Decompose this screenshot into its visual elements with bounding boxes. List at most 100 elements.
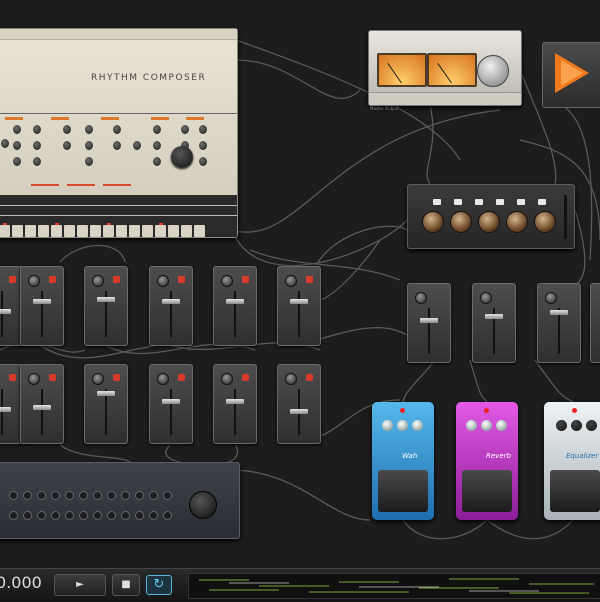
seq-step-button[interactable] [149, 491, 158, 500]
equalizer-pedal[interactable]: Equalizer [544, 402, 600, 520]
pedal-knob[interactable] [571, 420, 582, 431]
drum-knob[interactable] [199, 157, 207, 166]
fader-handle[interactable] [420, 318, 438, 323]
drum-knob[interactable] [133, 141, 141, 150]
pedal-knob[interactable] [481, 420, 492, 431]
drum-knob[interactable] [13, 125, 21, 134]
sequencer-play-module[interactable] [542, 42, 600, 108]
step-button[interactable] [168, 225, 179, 237]
seq-step-button[interactable] [121, 491, 130, 500]
drum-knob[interactable] [85, 157, 93, 166]
seq-step-button[interactable] [163, 491, 172, 500]
seq-step-button[interactable] [107, 491, 116, 500]
drum-machine-module[interactable]: RHYTHM COMPOSER [0, 28, 238, 238]
fader-handle[interactable] [33, 405, 51, 410]
gain-knob[interactable] [285, 275, 297, 287]
pedal-knob[interactable] [496, 420, 507, 431]
drum-knob[interactable] [33, 141, 41, 150]
rack-toggle-button[interactable] [517, 199, 525, 205]
rack-knob[interactable] [422, 211, 444, 233]
seq-step-button[interactable] [93, 511, 102, 520]
seq-step-button[interactable] [135, 511, 144, 520]
mute-button[interactable] [113, 374, 120, 381]
drum-knob[interactable] [153, 141, 161, 150]
gain-knob[interactable] [285, 373, 297, 385]
seq-step-button[interactable] [93, 491, 102, 500]
seq-step-button[interactable] [51, 511, 60, 520]
channel-strip[interactable] [277, 364, 321, 444]
drum-knob[interactable] [153, 157, 161, 166]
rack-slider[interactable] [564, 195, 567, 239]
mute-button[interactable] [113, 276, 120, 283]
seq-step-button[interactable] [107, 511, 116, 520]
sequencer-knob[interactable] [189, 491, 217, 519]
mute-button[interactable] [49, 276, 56, 283]
gain-knob[interactable] [28, 373, 40, 385]
seq-step-button[interactable] [23, 491, 32, 500]
seq-step-button[interactable] [65, 511, 74, 520]
fader-handle[interactable] [290, 409, 308, 414]
seq-step-button[interactable] [9, 511, 18, 520]
seq-step-button[interactable] [149, 511, 158, 520]
gain-knob[interactable] [92, 373, 104, 385]
drum-knob[interactable] [63, 125, 71, 134]
timeline-overview[interactable] [188, 573, 600, 599]
seq-step-button[interactable] [65, 491, 74, 500]
seq-step-button[interactable] [121, 511, 130, 520]
seq-step-button[interactable] [37, 511, 46, 520]
step-button[interactable] [25, 225, 36, 237]
mute-button[interactable] [9, 276, 16, 283]
rack-toggle-button[interactable] [475, 199, 483, 205]
mute-button[interactable] [242, 276, 249, 283]
rack-knob[interactable] [506, 211, 528, 233]
gain-knob[interactable] [28, 275, 40, 287]
channel-strip[interactable] [20, 364, 64, 444]
drum-knob[interactable] [33, 125, 41, 134]
mute-button[interactable] [178, 276, 185, 283]
step-button[interactable] [38, 225, 49, 237]
fader-handle[interactable] [226, 399, 244, 404]
wah-pedal[interactable]: Wah [372, 402, 434, 520]
drum-knob[interactable] [33, 157, 41, 166]
drum-knob[interactable] [153, 125, 161, 134]
stomp-switch[interactable] [378, 470, 428, 512]
gain-knob[interactable] [480, 292, 492, 304]
step-button[interactable] [0, 225, 10, 237]
output-volume-knob[interactable] [477, 55, 509, 87]
drum-knob[interactable] [113, 125, 121, 134]
pedal-knob[interactable] [586, 420, 597, 431]
fader-handle[interactable] [550, 310, 568, 315]
seq-step-button[interactable] [79, 491, 88, 500]
gain-knob[interactable] [545, 292, 557, 304]
mute-button[interactable] [242, 374, 249, 381]
step-button[interactable] [116, 225, 127, 237]
gain-knob[interactable] [157, 275, 169, 287]
loop-button[interactable]: ↻ [146, 575, 172, 595]
step-button[interactable] [181, 225, 192, 237]
fader-handle[interactable] [0, 309, 11, 314]
pedal-knob[interactable] [397, 420, 408, 431]
tempo-display[interactable]: 0.000 [0, 573, 42, 592]
vu-meter-module[interactable] [368, 30, 522, 106]
rack-toggle-button[interactable] [454, 199, 462, 205]
gain-knob[interactable] [415, 292, 427, 304]
rack-toggle-button[interactable] [538, 199, 546, 205]
channel-strip[interactable] [537, 283, 581, 363]
drum-knob[interactable] [113, 141, 121, 150]
pedal-knob[interactable] [466, 420, 477, 431]
drum-knob[interactable] [1, 139, 9, 148]
drum-knob[interactable] [85, 125, 93, 134]
step-button[interactable] [77, 225, 88, 237]
channel-strip[interactable] [149, 364, 193, 444]
gain-knob[interactable] [221, 275, 233, 287]
stomp-switch[interactable] [550, 470, 600, 512]
seq-step-button[interactable] [23, 511, 32, 520]
rack-knob[interactable] [450, 211, 472, 233]
drum-knob[interactable] [63, 141, 71, 150]
channel-strip[interactable] [590, 283, 600, 363]
seq-step-button[interactable] [51, 491, 60, 500]
mute-button[interactable] [306, 374, 313, 381]
step-button[interactable] [194, 225, 205, 237]
drum-knob[interactable] [13, 157, 21, 166]
seq-step-button[interactable] [163, 511, 172, 520]
